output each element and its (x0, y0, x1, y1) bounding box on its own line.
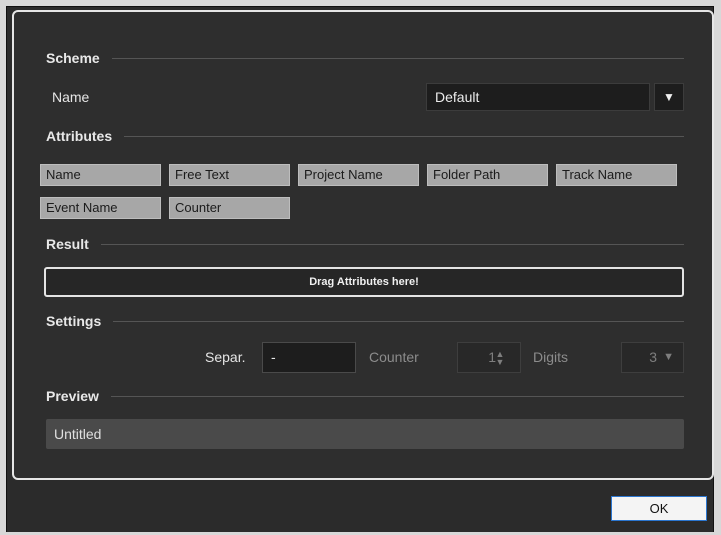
separator-input[interactable]: - (262, 342, 356, 373)
settings-title: Settings (46, 313, 102, 329)
chevron-down-icon: ▼ (663, 90, 675, 104)
scheme-section-header: Scheme (46, 50, 684, 66)
result-section-header: Result (46, 236, 684, 252)
digits-label: Digits (533, 349, 569, 365)
section-divider (110, 395, 684, 397)
stepper-arrows-icon[interactable]: ▲▼ (485, 349, 514, 365)
attribute-folder-path[interactable]: Folder Path (427, 164, 548, 186)
preview-field: Untitled (46, 419, 684, 449)
digits-select[interactable]: 3 ▼ (621, 342, 684, 373)
attributes-section-header: Attributes (46, 128, 684, 144)
scheme-title: Scheme (46, 50, 100, 66)
attribute-track-name[interactable]: Track Name (556, 164, 677, 186)
attribute-project-name[interactable]: Project Name (298, 164, 419, 186)
counter-label: Counter (369, 349, 419, 365)
attribute-free-text[interactable]: Free Text (169, 164, 290, 186)
digits-value: 3 (649, 349, 657, 365)
attribute-event-name[interactable]: Event Name (40, 197, 161, 219)
scheme-select[interactable]: Default (426, 83, 650, 111)
separator-label: Separ. (205, 349, 246, 365)
settings-section-header: Settings (46, 313, 684, 329)
section-divider (113, 320, 684, 322)
scheme-dropdown-button[interactable]: ▼ (654, 83, 684, 111)
preview-title: Preview (46, 388, 99, 404)
attributes-drop-zone[interactable]: Drag Attributes here! (44, 267, 684, 297)
attributes-title: Attributes (46, 128, 113, 144)
counter-stepper[interactable]: 1 ▲▼ (457, 342, 521, 373)
section-divider (100, 243, 684, 245)
result-title: Result (46, 236, 89, 252)
ok-button[interactable]: OK (611, 496, 707, 521)
section-divider (111, 57, 684, 59)
chevron-down-icon: ▼ (663, 351, 674, 363)
preview-section-header: Preview (46, 388, 684, 404)
scheme-name-label: Name (52, 89, 90, 105)
attribute-name[interactable]: Name (40, 164, 161, 186)
section-divider (124, 135, 684, 137)
attribute-counter[interactable]: Counter (169, 197, 290, 219)
